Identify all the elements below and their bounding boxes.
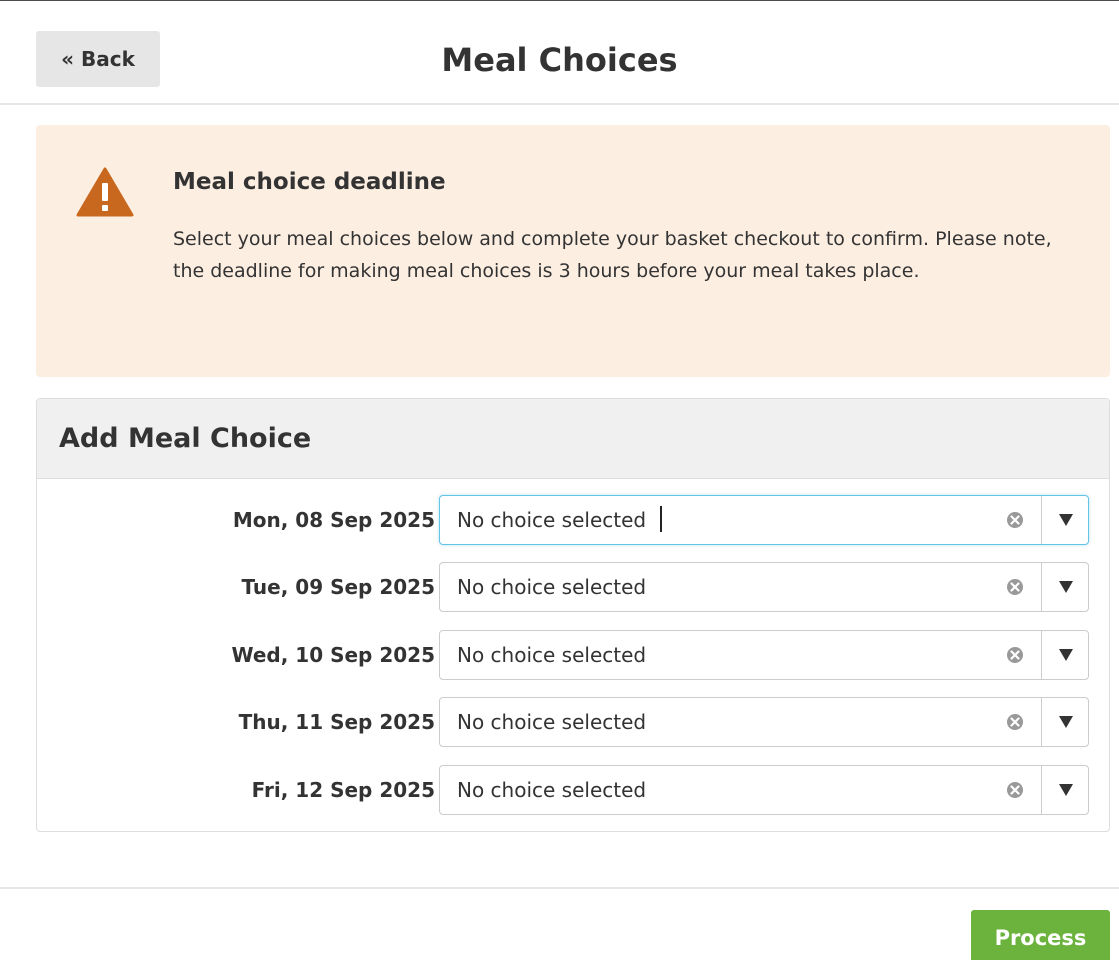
- process-button[interactable]: Process: [971, 910, 1110, 960]
- clear-icon[interactable]: [1006, 578, 1024, 596]
- caret-down-icon: [1059, 784, 1073, 796]
- select-value: No choice selected: [457, 575, 647, 599]
- select-value: No choice selected: [457, 643, 647, 667]
- panel-heading: Add Meal Choice: [37, 399, 1109, 479]
- meal-row-wed: Wed, 10 Sep 2025 No choice selected: [37, 630, 1111, 680]
- panel-title: Add Meal Choice: [59, 423, 312, 454]
- meal-row-fri: Fri, 12 Sep 2025 No choice selected: [37, 765, 1111, 815]
- alert-title: Meal choice deadline: [173, 169, 446, 195]
- row-date-label: Mon, 08 Sep 2025: [232, 508, 435, 532]
- clear-icon[interactable]: [1006, 713, 1024, 731]
- row-date-label: Fri, 12 Sep 2025: [251, 778, 435, 802]
- text-cursor: [660, 506, 663, 532]
- row-date-label: Thu, 11 Sep 2025: [238, 710, 435, 734]
- meal-choices-page: « Back Meal Choices Meal choice deadline…: [0, 0, 1119, 960]
- dropdown-toggle[interactable]: [1041, 496, 1089, 544]
- meal-choice-select-fri[interactable]: No choice selected: [439, 765, 1089, 815]
- dropdown-toggle[interactable]: [1041, 766, 1089, 814]
- dropdown-toggle[interactable]: [1041, 698, 1089, 746]
- clear-icon[interactable]: [1006, 511, 1024, 529]
- meal-choice-select-tue[interactable]: No choice selected: [439, 562, 1089, 612]
- caret-down-icon: [1059, 716, 1073, 728]
- row-date-label: Wed, 10 Sep 2025: [231, 643, 436, 667]
- row-date-label: Tue, 09 Sep 2025: [241, 575, 435, 599]
- meal-choice-select-wed[interactable]: No choice selected: [439, 630, 1089, 680]
- dropdown-toggle[interactable]: [1041, 563, 1089, 611]
- meal-choice-select-mon[interactable]: No choice selected: [439, 495, 1089, 545]
- select-value: No choice selected: [457, 496, 663, 544]
- select-value: No choice selected: [457, 710, 647, 734]
- clear-icon[interactable]: [1006, 646, 1024, 664]
- caret-down-icon: [1059, 649, 1073, 661]
- deadline-alert: Meal choice deadline Select your meal ch…: [36, 125, 1110, 377]
- meal-row-tue: Tue, 09 Sep 2025 No choice selected: [37, 562, 1111, 612]
- add-meal-choice-panel: Add Meal Choice Mon, 08 Sep 2025 No choi…: [36, 398, 1110, 832]
- page-title: Meal Choices: [441, 41, 678, 79]
- dropdown-toggle[interactable]: [1041, 631, 1089, 679]
- meal-choice-select-thu[interactable]: No choice selected: [439, 697, 1089, 747]
- clear-icon[interactable]: [1006, 781, 1024, 799]
- caret-down-icon: [1059, 581, 1073, 593]
- select-value: No choice selected: [457, 778, 647, 802]
- page-header: « Back Meal Choices: [0, 1, 1119, 105]
- alert-text: Select your meal choices below and compl…: [173, 228, 1052, 282]
- meal-row-mon: Mon, 08 Sep 2025 No choice selected: [37, 495, 1111, 545]
- footer-divider: [0, 887, 1119, 889]
- meal-row-thu: Thu, 11 Sep 2025 No choice selected: [37, 697, 1111, 747]
- caret-down-icon: [1059, 514, 1073, 526]
- warning-triangle-icon: [76, 167, 134, 217]
